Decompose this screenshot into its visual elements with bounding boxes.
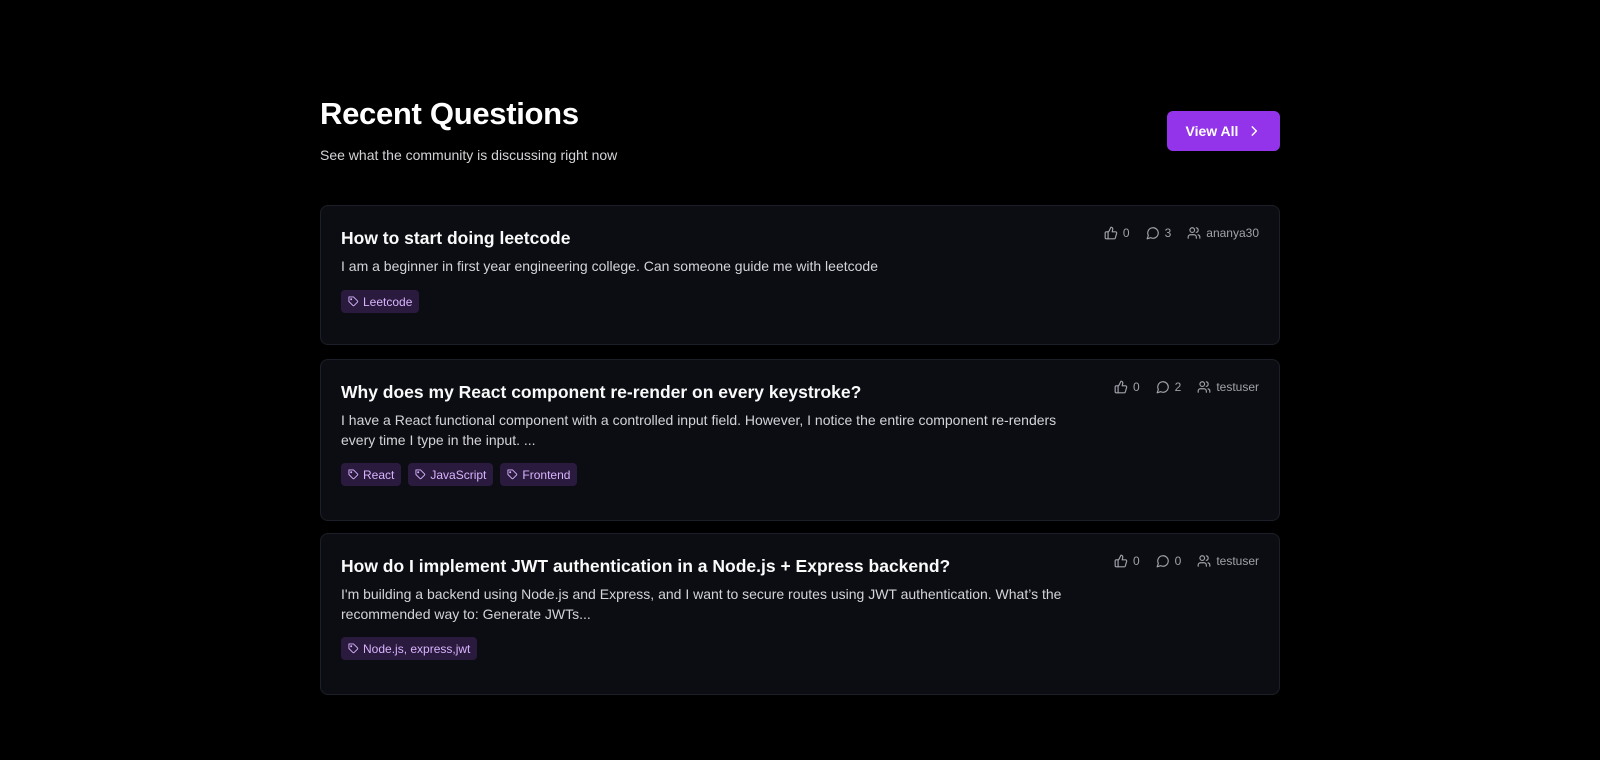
question-meta: 0 3 ananya30 bbox=[1104, 226, 1259, 240]
tag-label: Leetcode bbox=[363, 294, 413, 309]
tag-list: Node.js, express,jwt bbox=[341, 637, 478, 660]
tag-badge[interactable]: Node.js, express,jwt bbox=[341, 637, 478, 660]
tag-icon bbox=[348, 643, 359, 654]
question-card[interactable]: How do I implement JWT authentication in… bbox=[320, 533, 1280, 695]
question-description: I am a beginner in first year engineerin… bbox=[341, 258, 878, 274]
question-card[interactable]: How to start doing leetcode I am a begin… bbox=[320, 205, 1280, 345]
tag-icon bbox=[348, 296, 359, 307]
section-header: Recent Questions See what the community … bbox=[320, 0, 1280, 205]
tag-label: JavaScript bbox=[430, 467, 487, 482]
page-title: Recent Questions bbox=[320, 96, 579, 131]
tag-icon bbox=[415, 469, 426, 480]
like-count-value: 0 bbox=[1132, 554, 1140, 568]
comment-count[interactable]: 0 bbox=[1156, 554, 1182, 568]
tag-list: Leetcode bbox=[341, 290, 420, 313]
message-circle-icon bbox=[1156, 555, 1169, 568]
thumbs-up-icon bbox=[1104, 226, 1118, 240]
like-count[interactable]: 0 bbox=[1114, 554, 1140, 568]
tag-list: React JavaScript Frontend bbox=[341, 463, 578, 486]
users-icon bbox=[1197, 381, 1211, 393]
tag-label: Frontend bbox=[522, 467, 571, 482]
tag-label: Node.js, express,jwt bbox=[363, 641, 471, 656]
comment-count-value: 2 bbox=[1174, 380, 1182, 394]
message-circle-icon bbox=[1156, 381, 1169, 394]
users-icon bbox=[1187, 227, 1201, 239]
question-meta: 0 0 testuser bbox=[1114, 554, 1259, 568]
tag-badge[interactable]: Frontend bbox=[500, 463, 578, 486]
author[interactable]: testuser bbox=[1197, 380, 1259, 394]
tag-label: React bbox=[363, 467, 395, 482]
chevron-right-icon bbox=[1251, 126, 1258, 136]
comment-count-value: 3 bbox=[1164, 226, 1172, 240]
page-subtitle: See what the community is discussing rig… bbox=[320, 147, 618, 163]
like-count-value: 0 bbox=[1122, 226, 1130, 240]
message-circle-icon bbox=[1146, 227, 1159, 240]
tag-badge[interactable]: JavaScript bbox=[408, 463, 494, 486]
tag-badge[interactable]: React bbox=[341, 463, 402, 486]
view-all-button[interactable]: View All bbox=[1167, 111, 1280, 151]
thumbs-up-icon bbox=[1114, 380, 1128, 394]
question-description: I'm building a backend using Node.js and… bbox=[341, 586, 1062, 622]
author-name: testuser bbox=[1216, 380, 1259, 394]
question-meta: 0 2 testuser bbox=[1114, 380, 1259, 394]
thumbs-up-icon bbox=[1114, 554, 1128, 568]
comment-count[interactable]: 3 bbox=[1146, 226, 1172, 240]
author[interactable]: testuser bbox=[1197, 554, 1259, 568]
question-title[interactable]: How do I implement JWT authentication in… bbox=[341, 556, 950, 577]
tag-icon bbox=[348, 469, 359, 480]
author[interactable]: ananya30 bbox=[1187, 226, 1259, 240]
view-all-label: View All bbox=[1185, 123, 1239, 139]
users-icon bbox=[1197, 555, 1211, 567]
like-count-value: 0 bbox=[1132, 380, 1140, 394]
like-count[interactable]: 0 bbox=[1104, 226, 1130, 240]
tag-badge[interactable]: Leetcode bbox=[341, 290, 420, 313]
comment-count-value: 0 bbox=[1174, 554, 1182, 568]
tag-icon bbox=[507, 469, 518, 480]
question-card[interactable]: Why does my React component re-render on… bbox=[320, 359, 1280, 521]
comment-count[interactable]: 2 bbox=[1156, 380, 1182, 394]
author-name: testuser bbox=[1216, 554, 1259, 568]
question-description: I have a React functional component with… bbox=[341, 412, 1057, 448]
author-name: ananya30 bbox=[1206, 226, 1259, 240]
recent-questions-section: Recent Questions See what the community … bbox=[320, 0, 1280, 695]
question-title[interactable]: How to start doing leetcode bbox=[341, 228, 570, 249]
like-count[interactable]: 0 bbox=[1114, 380, 1140, 394]
question-title[interactable]: Why does my React component re-render on… bbox=[341, 382, 861, 403]
